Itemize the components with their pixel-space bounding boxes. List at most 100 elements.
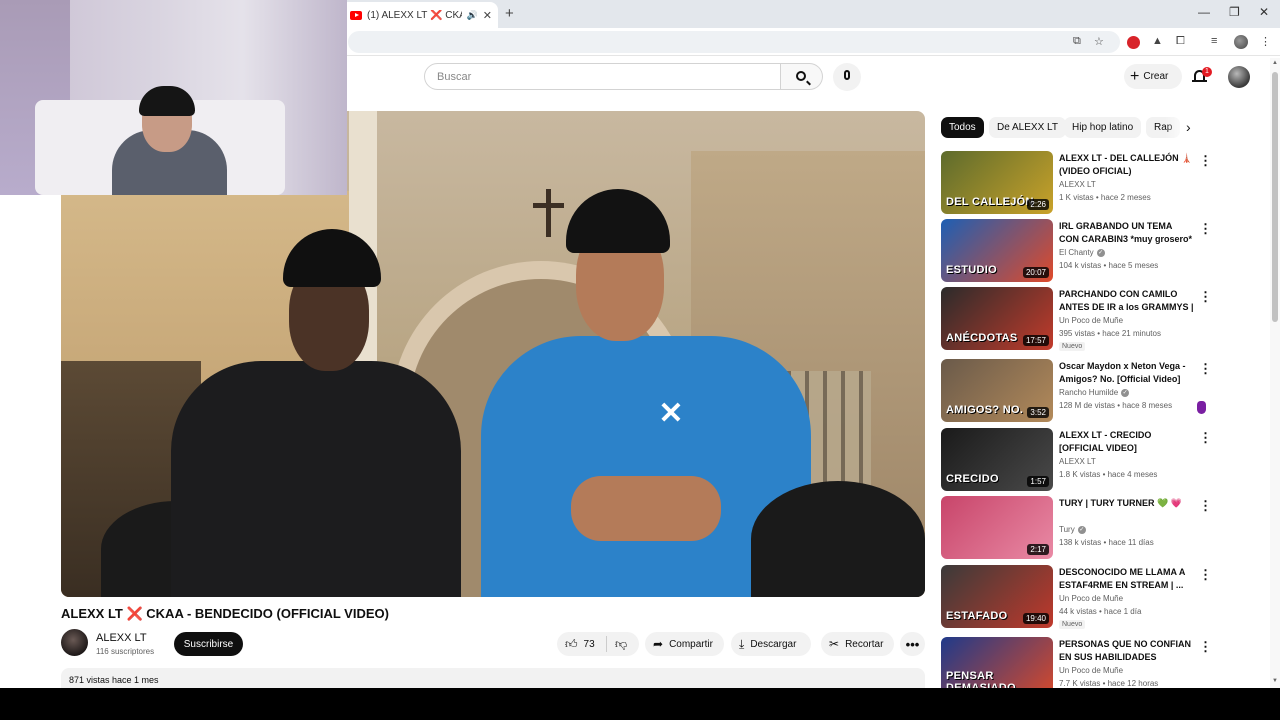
recommendation-channel[interactable]: Un Poco de Muñe [1059,316,1123,325]
page-scrollbar[interactable] [1270,58,1280,688]
recommendation-meta: 7.7 K vistas • hace 12 horas [1059,679,1159,688]
taskbar-strip [0,688,1280,720]
channel-label: ALEXX LT [1059,457,1096,466]
more-options-icon[interactable]: ⋮ [1199,361,1212,377]
plus-icon: + [1130,67,1140,85]
browser-tab[interactable]: (1) ALEXX LT ❌ CKAA - BE 🔊 ✕ [340,2,498,28]
new-tab-button[interactable]: + [505,5,514,22]
chip-0[interactable]: Todos [941,117,984,138]
search-placeholder: Buscar [437,70,472,83]
video-thumbnail[interactable]: ESTUDIO 20:07 [941,219,1053,282]
video-frame-person-left [171,361,461,597]
recommendation-card[interactable]: ANÉCDOTAS 17:57 PARCHANDO CON CAMILO ANTES… [941,287,1221,351]
chip-1[interactable]: De ALEXX LT [989,117,1066,138]
screen: (1) ALEXX LT ❌ CKAA - BE 🔊 ✕ + — ❐ ✕ ⧉ ☆… [0,0,1280,688]
recommendation-title[interactable]: IRL GRABANDO UN TEMA CON CARABIN3 *muy g… [1059,220,1194,246]
recommendation-channel[interactable]: Un Poco de Muñe [1059,594,1123,603]
scroll-down-arrow-icon[interactable]: ▼ [1272,678,1278,684]
voice-search-button[interactable] [833,63,861,91]
recommendation-title[interactable]: DESCONOCIDO ME LLAMA A ESTAF4RME EN STRE… [1059,566,1194,592]
recommendation-channel[interactable]: ALEXX LT [1059,180,1096,189]
video-thumbnail[interactable]: ESTAFADO 19:40 [941,565,1053,628]
recommendation-channel[interactable]: Tury ✓ [1059,525,1086,534]
recommendation-meta: 1 K vistas • hace 2 meses [1059,193,1151,202]
tab-close-icon[interactable]: ✕ [483,9,492,22]
recommendation-card[interactable]: ESTUDIO 20:07 IRL GRABANDO UN TEMA CON CAR… [941,219,1221,283]
scroll-up-arrow-icon[interactable]: ▲ [1272,60,1278,66]
video-frame-shirt-logo: ✕ [658,397,684,430]
views-and-date: 871 vistas hace 1 mes [69,675,159,685]
video-thumbnail[interactable]: DEL CALLEJÓN 2:26 [941,151,1053,214]
more-options-icon[interactable]: ⋮ [1199,221,1212,237]
minimize-button[interactable]: — [1198,5,1210,19]
channel-name[interactable]: ALEXX LT [96,632,147,644]
speaker-icon[interactable]: 🔊 [467,10,478,21]
download-icon: ⤓ [739,636,745,651]
recommendation-title[interactable]: ALEXX LT - CRECIDO [OFFICIAL VIDEO] [1059,429,1194,455]
bookmark-star-icon[interactable]: ☆ [1094,35,1104,48]
install-app-icon[interactable]: ⧉ [1073,35,1081,48]
recommendation-card[interactable]: AMIGOS? NO. 3:52 Oscar Maydon x Neton Vega… [941,359,1221,423]
subscribe-button[interactable]: Suscribirse [174,632,243,656]
more-actions-button[interactable]: ••• [900,632,925,656]
video-title: ALEXX LT ❌ CKAA - BENDECIDO (OFFICIAL VI… [61,606,389,621]
browser-menu-icon[interactable]: ⋮ [1260,35,1271,48]
window-close-button[interactable]: ✕ [1259,5,1269,19]
extensions-puzzle-icon[interactable]: ⧠ [1176,35,1185,48]
more-options-icon[interactable]: ⋮ [1199,498,1212,514]
chevron-right-icon[interactable]: › [1186,119,1191,135]
search-input[interactable]: Buscar [424,63,781,90]
account-avatar[interactable] [1228,66,1250,88]
webcam-overlay [0,0,347,195]
recommendation-title[interactable]: ALEXX LT - DEL CALLEJÓN 🗼 (VIDEO OFICIAL… [1059,152,1194,178]
more-options-icon[interactable]: ⋮ [1199,639,1212,655]
browser-profile-avatar[interactable] [1234,35,1248,49]
more-options-icon[interactable]: ⋮ [1199,153,1212,169]
recommendation-title[interactable]: Oscar Maydon x Neton Vega - Amigos? No. … [1059,360,1194,386]
dislike-button[interactable]: 👎︎ [607,637,627,652]
recommendation-card[interactable]: DEL CALLEJÓN 2:26 ALEXX LT - DEL CALLEJÓN … [941,151,1221,215]
video-thumbnail[interactable]: AMIGOS? NO. 3:52 [941,359,1053,422]
search-button[interactable] [781,63,823,90]
recommendation-card[interactable]: 2:17 TURY | TURY TURNER 💚 💗 Tury ✓ 138 k vis… [941,496,1221,560]
video-thumbnail[interactable]: 2:17 [941,496,1053,559]
restore-button[interactable]: ❐ [1229,5,1240,19]
clip-button[interactable]: ✂ Recortar [821,632,894,656]
recommendation-card[interactable]: CRECIDO 1:57 ALEXX LT - CRECIDO [OFFICIAL … [941,428,1221,492]
recommendation-channel[interactable]: ALEXX LT [1059,457,1096,466]
adblock-extension-icon[interactable] [1127,36,1140,49]
thumbs-up-icon: 👍︎ [565,636,578,651]
thumbnail-text: ESTUDIO [946,264,997,276]
share-button[interactable]: ➦ Compartir [645,632,724,656]
recommendation-channel[interactable]: Un Poco de Muñe [1059,666,1123,675]
verified-check-icon: ✓ [1096,248,1105,257]
more-options-icon[interactable]: ⋮ [1199,430,1212,446]
address-bar[interactable] [348,31,1120,53]
scrollbar-thumb[interactable] [1272,72,1278,322]
more-options-icon[interactable]: ⋮ [1199,567,1212,583]
like-button[interactable]: 👍︎ 73 [557,636,607,652]
description-box[interactable]: 871 vistas hace 1 mes [61,668,925,688]
chip-2[interactable]: Hip hop latino [1064,117,1142,138]
video-frame-motorbike-right [751,481,925,597]
video-thumbnail[interactable]: ANÉCDOTAS 17:57 [941,287,1053,350]
scissors-icon: ✂ [829,637,840,651]
recommendation-channel[interactable]: El Chanty ✓ [1059,248,1105,257]
video-thumbnail[interactable]: CRECIDO 1:57 [941,428,1053,491]
recommendation-title[interactable]: PARCHANDO CON CAMILO ANTES DE IR a los G… [1059,288,1194,314]
video-thumbnail[interactable]: PENSAR DEMASIADO [941,637,1053,688]
recommendation-card[interactable]: PENSAR DEMASIADO PERSONAS QUE NO CONFIAN … [941,637,1221,688]
extension-icon[interactable]: ▲ [1152,35,1163,47]
channel-avatar[interactable] [61,629,88,656]
media-control-icon[interactable]: ≡ [1211,35,1217,47]
more-options-icon[interactable]: ⋮ [1199,289,1212,305]
recommendation-card[interactable]: ESTAFADO 19:40 DESCONOCIDO ME LLAMA A ESTA… [941,565,1221,629]
download-button[interactable]: ⤓ Descargar [731,632,811,656]
create-button[interactable]: + Crear [1124,64,1182,89]
recommendation-title[interactable]: TURY | TURY TURNER 💚 💗 [1059,497,1194,510]
recommendation-meta: 128 M de vistas • hace 8 meses [1059,401,1173,410]
recommendation-meta: 1.8 K vistas • hace 4 meses [1059,470,1158,479]
channel-label: ALEXX LT [1059,180,1096,189]
recommendation-channel[interactable]: Rancho Humilde ✓ [1059,388,1130,397]
recommendation-title[interactable]: PERSONAS QUE NO CONFIAN EN SUS HABILIDAD… [1059,638,1194,664]
